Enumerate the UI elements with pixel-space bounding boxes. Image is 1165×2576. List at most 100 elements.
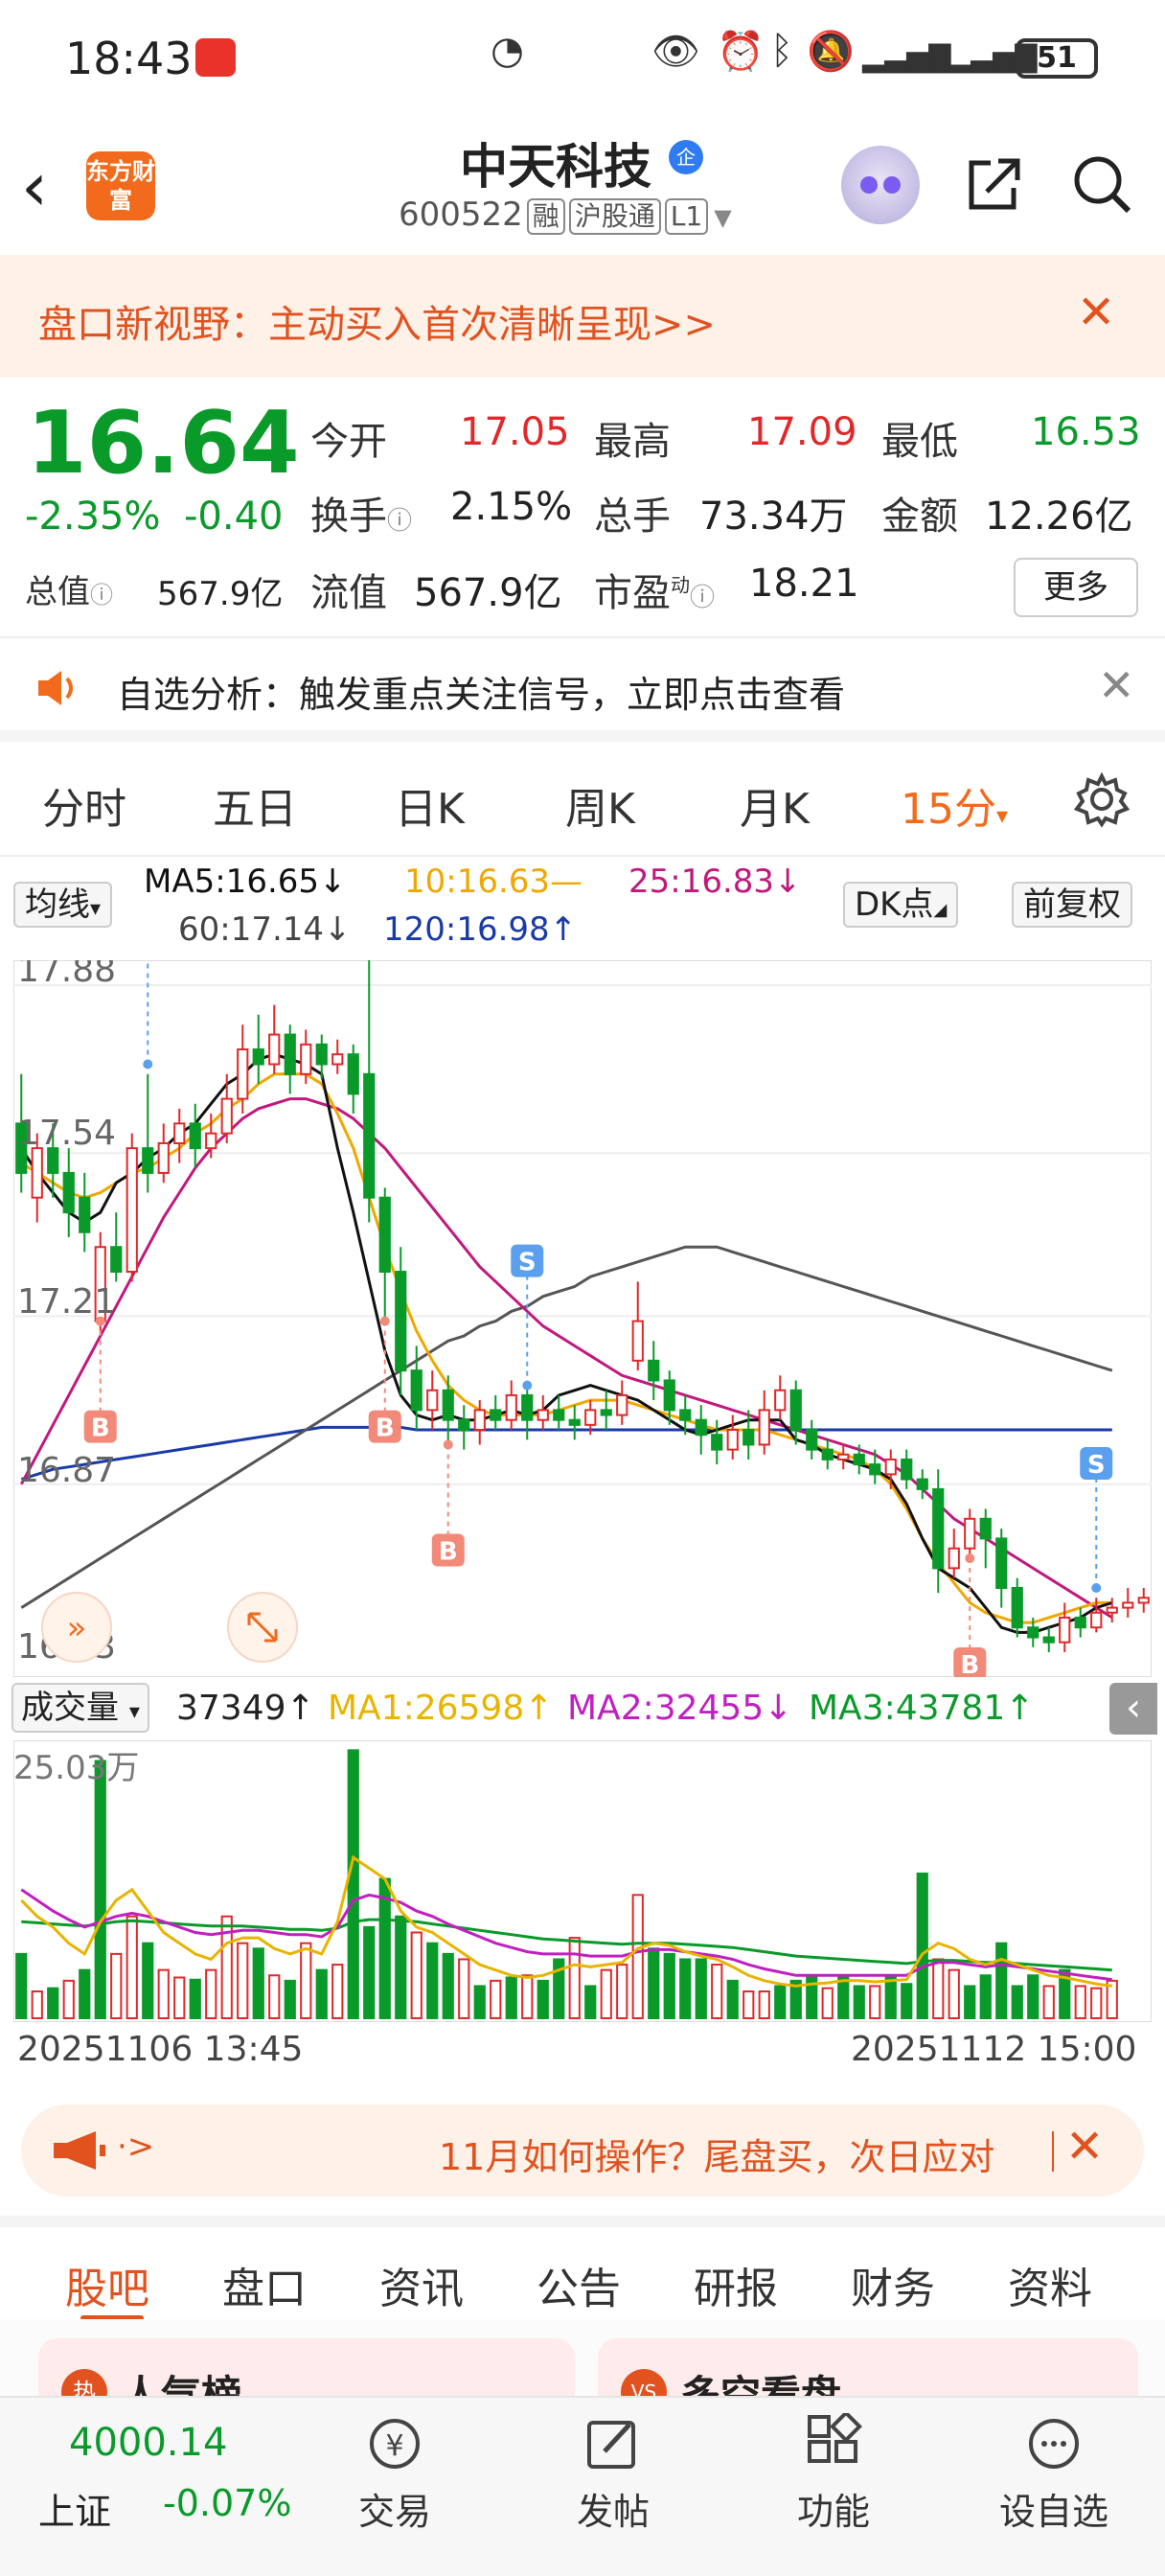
tab-daily[interactable]: 日K bbox=[395, 774, 465, 836]
candle bbox=[237, 1048, 249, 1100]
candle bbox=[395, 1271, 407, 1372]
amount-label: 金额 bbox=[881, 494, 958, 539]
change-value: -0.40 bbox=[184, 494, 284, 539]
turnover-value: 2.15% bbox=[450, 485, 573, 529]
back-icon[interactable]: ‹ bbox=[21, 153, 48, 220]
mktcap-label: 总值ⓘ bbox=[25, 573, 113, 611]
tab-announcements[interactable]: 公告 bbox=[537, 2254, 621, 2315]
candle bbox=[853, 1453, 865, 1466]
volume-bar bbox=[79, 1968, 91, 2019]
collapse-panel-icon[interactable]: ‹ bbox=[1109, 1683, 1157, 1735]
expand-left-icon[interactable]: » bbox=[41, 1592, 112, 1663]
tab-financials[interactable]: 财务 bbox=[851, 2254, 935, 2315]
info-icon: ⓘ bbox=[387, 507, 413, 536]
candle bbox=[300, 1043, 312, 1075]
search-icon[interactable] bbox=[1067, 150, 1136, 218]
promo-banner[interactable]: 盘口新视野：主动买入首次清晰呈现>> ✕ bbox=[0, 255, 1165, 378]
stock-name: 中天科技 bbox=[460, 139, 651, 195]
index-change[interactable]: -0.07% bbox=[163, 2482, 291, 2524]
tab-orderbook[interactable]: 盘口 bbox=[222, 2254, 307, 2315]
candle bbox=[774, 1389, 787, 1412]
arrow-icon: ·> bbox=[117, 2128, 155, 2166]
more-button[interactable]: 更多 bbox=[1014, 558, 1138, 617]
volume-bar bbox=[521, 1974, 534, 2019]
status-bar: 18:43 ◔ 👁 ⏰ ᛒ 🔕 ▂▃▅▇ ▂▃▅▇ 51 bbox=[0, 0, 1165, 115]
tab-profile[interactable]: 资料 bbox=[1008, 2254, 1092, 2315]
y-tick-label: 17.21 bbox=[17, 1282, 116, 1322]
popularity-card[interactable] bbox=[38, 2338, 575, 2396]
volume-bar bbox=[663, 1952, 675, 2019]
ma-selector[interactable]: 均线▾ bbox=[13, 882, 113, 928]
tab-monthly[interactable]: 月K bbox=[740, 774, 810, 836]
candle bbox=[521, 1393, 534, 1421]
ma10-value: 10:16.63— bbox=[404, 862, 583, 901]
volume-selector[interactable]: 成交量 ▾ bbox=[11, 1683, 149, 1733]
volume-chart[interactable]: 25.03万 bbox=[13, 1740, 1152, 2022]
alert-text[interactable]: 自选分析：触发重点关注信号，立即点击查看 bbox=[117, 665, 845, 718]
long-short-label[interactable]: 多空看盘 bbox=[680, 2363, 841, 2396]
candle bbox=[884, 1458, 897, 1476]
volume-bar bbox=[157, 1968, 170, 2019]
fullscreen-icon[interactable] bbox=[227, 1592, 298, 1663]
assistant-robot-icon[interactable] bbox=[841, 146, 920, 224]
signal-label: B bbox=[91, 1414, 110, 1443]
popularity-label[interactable]: 人气榜 bbox=[121, 2363, 241, 2396]
app-logo[interactable]: 东方财富 bbox=[86, 151, 155, 220]
svg-text:»: » bbox=[67, 1609, 87, 1647]
adjust-button[interactable]: 前复权 bbox=[1012, 882, 1132, 928]
signal-icon: ▂▃▅▇ bbox=[862, 40, 951, 74]
banner-text[interactable]: 盘口新视野：主动买入首次清晰呈现>> bbox=[38, 293, 716, 349]
long-short-card[interactable] bbox=[598, 2338, 1138, 2396]
chevron-down-icon: ▾ bbox=[996, 802, 1009, 829]
volume-bar bbox=[616, 1964, 628, 2020]
volume-bar bbox=[395, 1915, 407, 2019]
svg-text:¥: ¥ bbox=[385, 2429, 403, 2463]
tab-forum[interactable]: 股吧 bbox=[65, 2254, 149, 2315]
chart-period-tabs: 分时 五日 日K 周K 月K 15分▾ bbox=[0, 749, 1165, 857]
stock-subtitle[interactable]: 600522 融沪股通 L1 ▼ bbox=[399, 196, 732, 235]
add-watchlist-button[interactable]: 设自选 bbox=[977, 2413, 1131, 2535]
low-label: 最低 bbox=[881, 420, 958, 464]
candle bbox=[31, 1147, 43, 1199]
tab-weekly[interactable]: 周K bbox=[565, 774, 635, 836]
candle bbox=[126, 1147, 138, 1274]
gear-icon[interactable] bbox=[1073, 770, 1131, 828]
candle bbox=[1090, 1611, 1103, 1629]
y-tick-label: 16.87 bbox=[17, 1451, 116, 1490]
tab-intraday[interactable]: 分时 bbox=[42, 774, 126, 836]
candle bbox=[1106, 1606, 1118, 1614]
post-button[interactable]: 发帖 bbox=[537, 2413, 690, 2535]
candlestick-chart[interactable]: BSBBSBS 17.8817.5417.2116.8716.53 » bbox=[13, 960, 1152, 1677]
candle bbox=[631, 1320, 644, 1362]
tab-news[interactable]: 资讯 bbox=[379, 2254, 464, 2315]
signal-label: S bbox=[1087, 1451, 1106, 1480]
bottom-toolbar: 4000.14 上证 -0.07% ¥ 交易 发帖 功能 设自选 bbox=[0, 2396, 1165, 2576]
close-icon[interactable]: ✕ bbox=[1077, 286, 1115, 339]
trade-button[interactable]: ¥ 交易 bbox=[318, 2413, 471, 2535]
tag-connect: 沪股通 bbox=[568, 198, 661, 235]
candle bbox=[916, 1478, 928, 1490]
dk-point-button[interactable]: DK点◢ bbox=[843, 882, 959, 928]
index-name[interactable]: 上证 bbox=[38, 2482, 111, 2535]
info-icon: ⓘ bbox=[90, 582, 113, 609]
share-icon[interactable] bbox=[958, 150, 1027, 218]
volume-max-label: 25.03万 bbox=[13, 1749, 139, 1787]
candle bbox=[157, 1141, 170, 1174]
candle bbox=[964, 1517, 976, 1550]
content-tabs: 股吧 盘口 资讯 公告 研报 财务 资料 bbox=[0, 2216, 1165, 2321]
tab-research[interactable]: 研报 bbox=[694, 2254, 778, 2315]
tips-banner[interactable]: ·> 11月如何操作？尾盘买，次日应对 ✕ bbox=[21, 2104, 1144, 2196]
functions-button[interactable]: 功能 bbox=[757, 2413, 910, 2535]
close-icon[interactable]: ✕ bbox=[1098, 659, 1135, 711]
chevron-down-icon: ▾ bbox=[128, 1700, 140, 1724]
watchlist-alert[interactable]: 自选分析：触发重点关注信号，立即点击查看 ✕ bbox=[0, 636, 1165, 742]
tab-five-day[interactable]: 五日 bbox=[213, 774, 297, 836]
candle bbox=[315, 1043, 328, 1066]
info-icon: ⓘ bbox=[690, 584, 716, 612]
index-value[interactable]: 4000.14 bbox=[69, 2421, 227, 2465]
volume-bar bbox=[142, 1942, 154, 2019]
tab-15min[interactable]: 15分▾ bbox=[901, 774, 1008, 836]
close-icon[interactable]: ✕ bbox=[1065, 2120, 1104, 2174]
tips-text[interactable]: 11月如何操作？尾盘买，次日应对 bbox=[439, 2128, 1063, 2180]
ma5-value: MA5:16.65↓ bbox=[144, 862, 347, 901]
